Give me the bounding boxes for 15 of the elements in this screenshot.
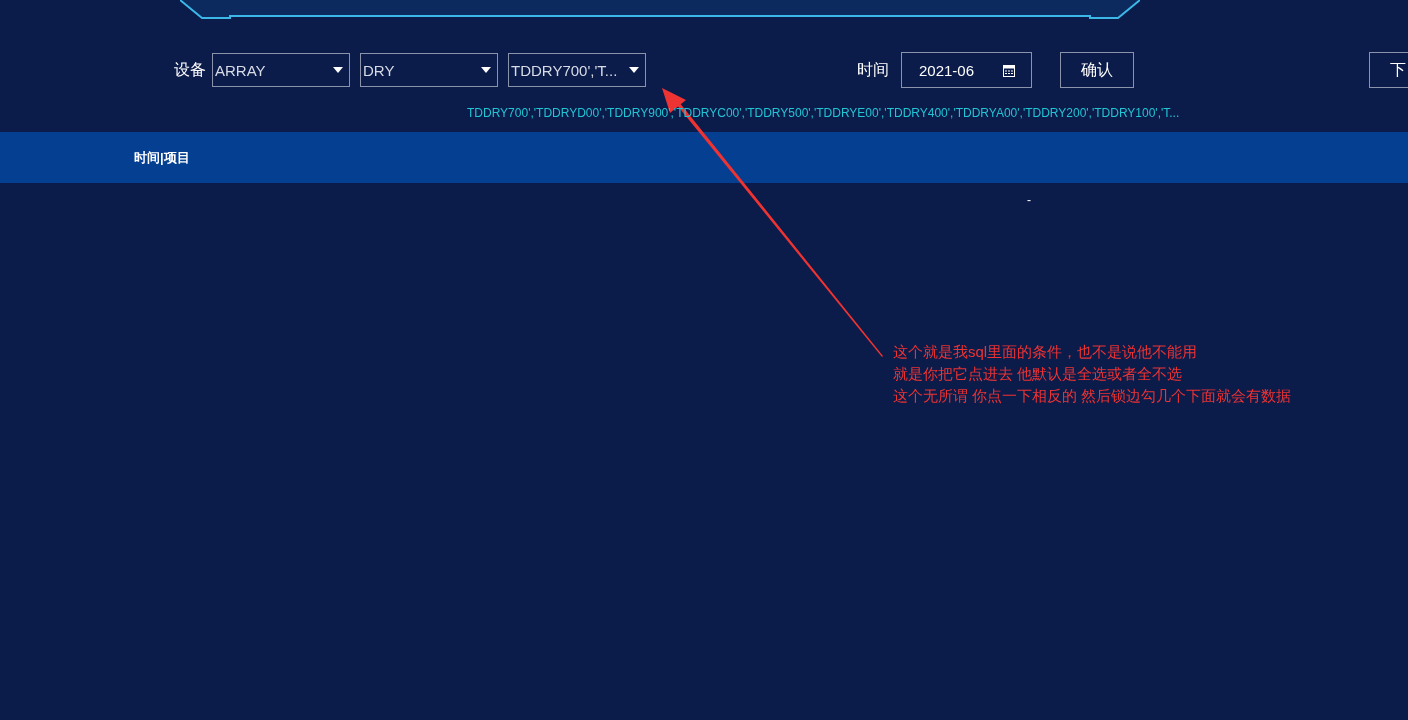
caret-icon	[333, 67, 343, 73]
column-header: 时间|项目	[134, 148, 190, 167]
caret-icon	[629, 67, 639, 73]
annotation-text: 这个就是我sql里面的条件，也不是说他不能用 就是你把它点进去 他默认是全选或者全不选 这个无所谓 你点一下相反的 然后锁边勾几个下面就会有数据	[893, 342, 1292, 406]
caret-icon	[481, 67, 491, 73]
dropdown-select[interactable]: TDDRY700','T...	[508, 53, 646, 87]
table-cell: -	[1027, 193, 1031, 207]
confirm-button[interactable]: 确认	[1060, 52, 1134, 88]
date-field[interactable]: 2021-06	[901, 52, 1032, 88]
dropdown-select[interactable]: ARRAY	[212, 53, 350, 87]
device-label: 设备	[174, 59, 206, 80]
dropdown-select[interactable]: DRY	[360, 53, 498, 87]
calendar-icon	[1003, 63, 1015, 77]
download-button[interactable]: 下	[1369, 52, 1408, 88]
time-label: 时间	[857, 59, 889, 80]
